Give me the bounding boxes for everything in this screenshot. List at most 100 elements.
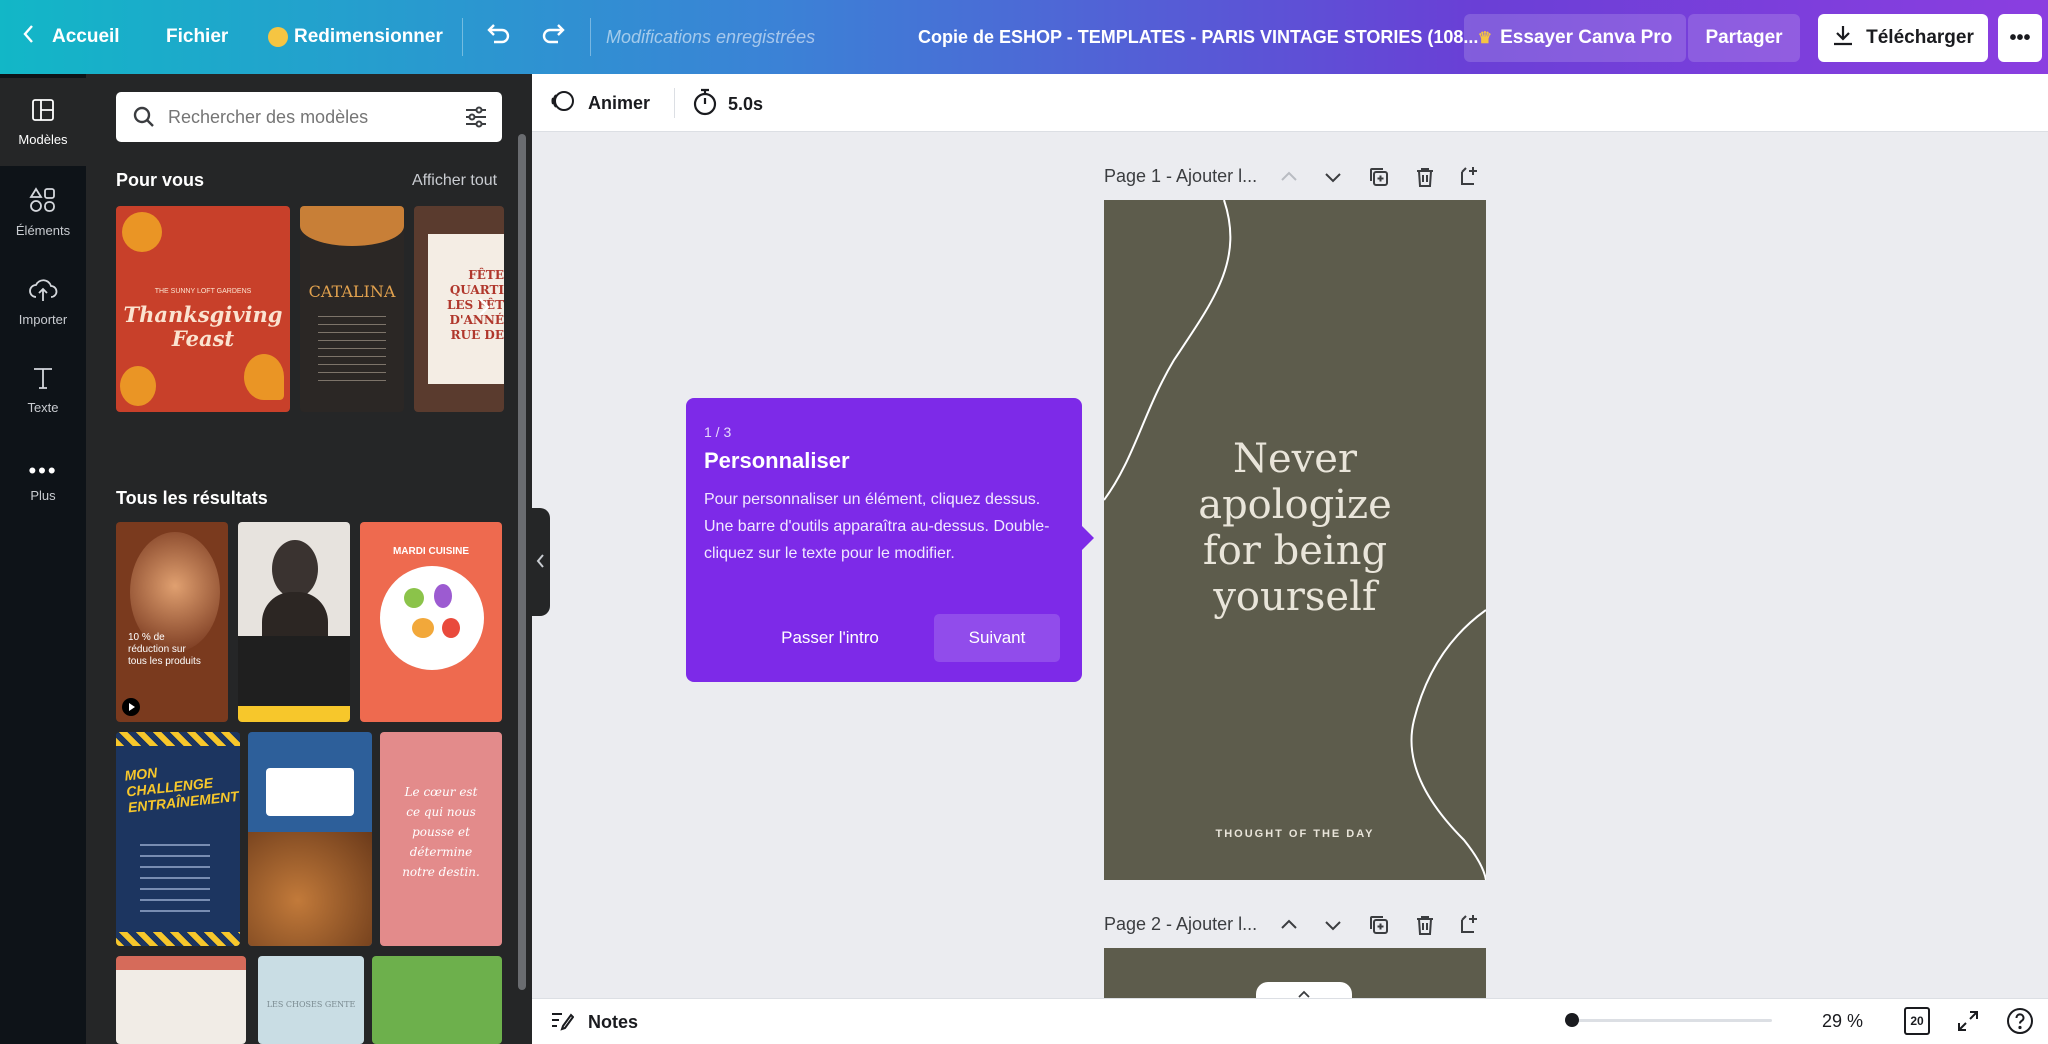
trash-icon[interactable] — [1414, 914, 1436, 941]
notes-label: Notes — [588, 1012, 639, 1032]
duration-button[interactable]: 5.0s — [692, 88, 763, 121]
notes-icon — [550, 1009, 575, 1036]
template-search-input[interactable] — [168, 100, 438, 134]
template-text: CATALINA — [308, 282, 396, 301]
animate-icon — [550, 88, 576, 119]
template-search-field[interactable] — [116, 92, 502, 142]
panel-scrollbar[interactable] — [518, 134, 526, 990]
zoom-level[interactable]: 29 % — [1822, 1011, 1863, 1032]
template-text: Thanksgiving — [123, 302, 283, 327]
undo-button[interactable] — [484, 0, 512, 74]
resize-label: Redimensionner — [294, 26, 443, 47]
page-1-canvas[interactable]: Never apologize for being yourself THOUG… — [1104, 200, 1486, 880]
animate-button[interactable]: Animer — [550, 88, 650, 119]
undo-icon — [484, 22, 512, 52]
duplicate-page-icon[interactable] — [1368, 166, 1390, 193]
duration-label: 5.0s — [728, 94, 764, 114]
trash-icon[interactable] — [1414, 166, 1436, 193]
download-button[interactable]: Télécharger — [1818, 14, 1988, 62]
notes-button[interactable]: Notes — [550, 1009, 638, 1036]
tooltip-step: 1 / 3 — [704, 424, 732, 440]
result-thumb[interactable] — [116, 956, 246, 1044]
download-icon — [1832, 24, 1854, 52]
chevron-down-icon[interactable] — [1322, 914, 1344, 941]
result-thumb[interactable] — [248, 732, 372, 946]
result-thumb[interactable]: MON CHALLENGE ENTRAÎNEMENT — [116, 732, 240, 946]
template-thumb-thanksgiving[interactable]: THE SUNNY LOFT GARDENS Thanksgiving Feas… — [116, 206, 290, 412]
chevron-up-icon[interactable] — [1278, 166, 1300, 193]
page-count-button[interactable]: 20 — [1904, 1007, 1930, 1035]
side-rail: Modèles Éléments Importer Texte ••• Plus — [0, 74, 86, 1044]
editor-toolbar: Animer 5.0s — [532, 74, 2048, 132]
rail-label-text: Texte — [27, 400, 59, 415]
upload-icon — [28, 277, 58, 312]
redo-button[interactable] — [540, 0, 568, 74]
filter-icon[interactable] — [464, 105, 488, 134]
redo-icon — [540, 22, 568, 52]
rail-label-templates: Modèles — [18, 132, 68, 147]
show-all-link[interactable]: Afficher tout — [412, 172, 497, 190]
chevron-down-icon[interactable] — [1322, 166, 1344, 193]
result-text: Le cœur est ce qui nous pousse et déterm… — [402, 785, 480, 879]
file-menu-button[interactable]: Fichier — [166, 0, 228, 74]
help-icon[interactable] — [2006, 1007, 2034, 1040]
result-thumb[interactable] — [238, 522, 350, 722]
document-title[interactable]: Copie de ESHOP - TEMPLATES - PARIS VINTA… — [918, 0, 1478, 74]
template-text: THE SUNNY LOFT GARDENS — [154, 288, 252, 295]
tooltip-title: Personnaliser — [704, 448, 850, 473]
back-home-button[interactable]: Accueil — [22, 0, 120, 74]
chevron-right-icon[interactable] — [476, 296, 492, 323]
duplicate-page-icon[interactable] — [1368, 914, 1390, 941]
top-bar: Accueil Fichier Redimensionner Modificat… — [0, 0, 2048, 74]
rail-item-text[interactable]: Texte — [0, 346, 86, 434]
template-text: FÊTE — [468, 268, 504, 282]
share-button[interactable]: Partager — [1688, 14, 1800, 62]
rail-item-templates[interactable]: Modèles — [0, 78, 86, 166]
rail-label-elements: Éléments — [15, 223, 71, 238]
try-pro-button[interactable]: ♛ Essayer Canva Pro — [1464, 14, 1686, 62]
chevron-left-icon — [22, 23, 36, 51]
rail-item-elements[interactable]: Éléments — [0, 168, 86, 256]
page-2-title[interactable]: Page 2 - Ajouter l... — [1104, 914, 1257, 935]
result-thumb[interactable]: MARDI CUISINE — [360, 522, 502, 722]
timer-icon — [692, 88, 718, 121]
result-text: LES CHOSES GENTE — [266, 1000, 356, 1009]
result-thumb[interactable]: LES CHOSES GENTE — [258, 956, 364, 1044]
onboarding-tooltip: 1 / 3 Personnaliser Pour personnaliser u… — [686, 398, 1094, 682]
result-thumb[interactable]: Le cœur est ce qui nous pousse et déterm… — [380, 732, 502, 946]
page-1-title[interactable]: Page 1 - Ajouter l... — [1104, 166, 1257, 187]
elements-icon — [29, 186, 57, 223]
quote-line: apologize — [1198, 482, 1392, 528]
more-options-button[interactable]: ••• — [1998, 14, 2042, 62]
tooltip-body: Pour personnaliser un élément, cliquez d… — [704, 491, 1050, 562]
quote-footer: THOUGHT OF THE DAY — [1215, 828, 1375, 840]
add-page-icon[interactable] — [1458, 164, 1482, 193]
fullscreen-icon[interactable] — [1956, 1009, 1980, 1038]
result-thumb[interactable]: 10 % de réduction sur tous les produits — [116, 522, 228, 722]
chevron-up-icon[interactable] — [1278, 914, 1300, 941]
next-step-button[interactable]: Suivant — [934, 614, 1060, 662]
quote-line: for being — [1202, 528, 1388, 574]
try-pro-label: Essayer Canva Pro — [1500, 27, 1673, 48]
zoom-slider[interactable] — [1565, 1013, 1772, 1027]
zoom-slider-knob[interactable] — [1565, 1013, 1579, 1027]
download-label: Télécharger — [1866, 27, 1974, 48]
crown-icon: ♛ — [1477, 30, 1493, 47]
resize-button[interactable]: Redimensionner — [268, 0, 443, 74]
template-thumb-catalina[interactable]: CATALINA — [300, 206, 404, 412]
bottom-bar: Notes 29 % 20 — [532, 998, 2048, 1044]
templates-panel: Pour vous Afficher tout THE SUNNY LOFT G… — [86, 74, 532, 1044]
template-text: LES FÊT — [446, 298, 504, 312]
panel-collapse-handle[interactable] — [532, 508, 550, 616]
add-page-icon[interactable] — [1458, 912, 1482, 941]
save-status: Modifications enregistrées — [606, 26, 816, 47]
result-thumb[interactable] — [372, 956, 502, 1044]
text-icon — [31, 365, 55, 400]
template-text: D'ANNÉ — [449, 313, 504, 327]
quote-line: yourself — [1213, 574, 1377, 620]
rail-item-upload[interactable]: Importer — [0, 258, 86, 346]
rail-item-more[interactable]: ••• Plus — [0, 436, 86, 524]
template-text: QUARTI — [449, 283, 504, 297]
skip-intro-button[interactable]: Passer l'intro — [760, 614, 900, 662]
template-thumb-fete[interactable]: FÊTE QUARTI LES FÊT D'ANNÉ RUE DE — [414, 206, 504, 412]
